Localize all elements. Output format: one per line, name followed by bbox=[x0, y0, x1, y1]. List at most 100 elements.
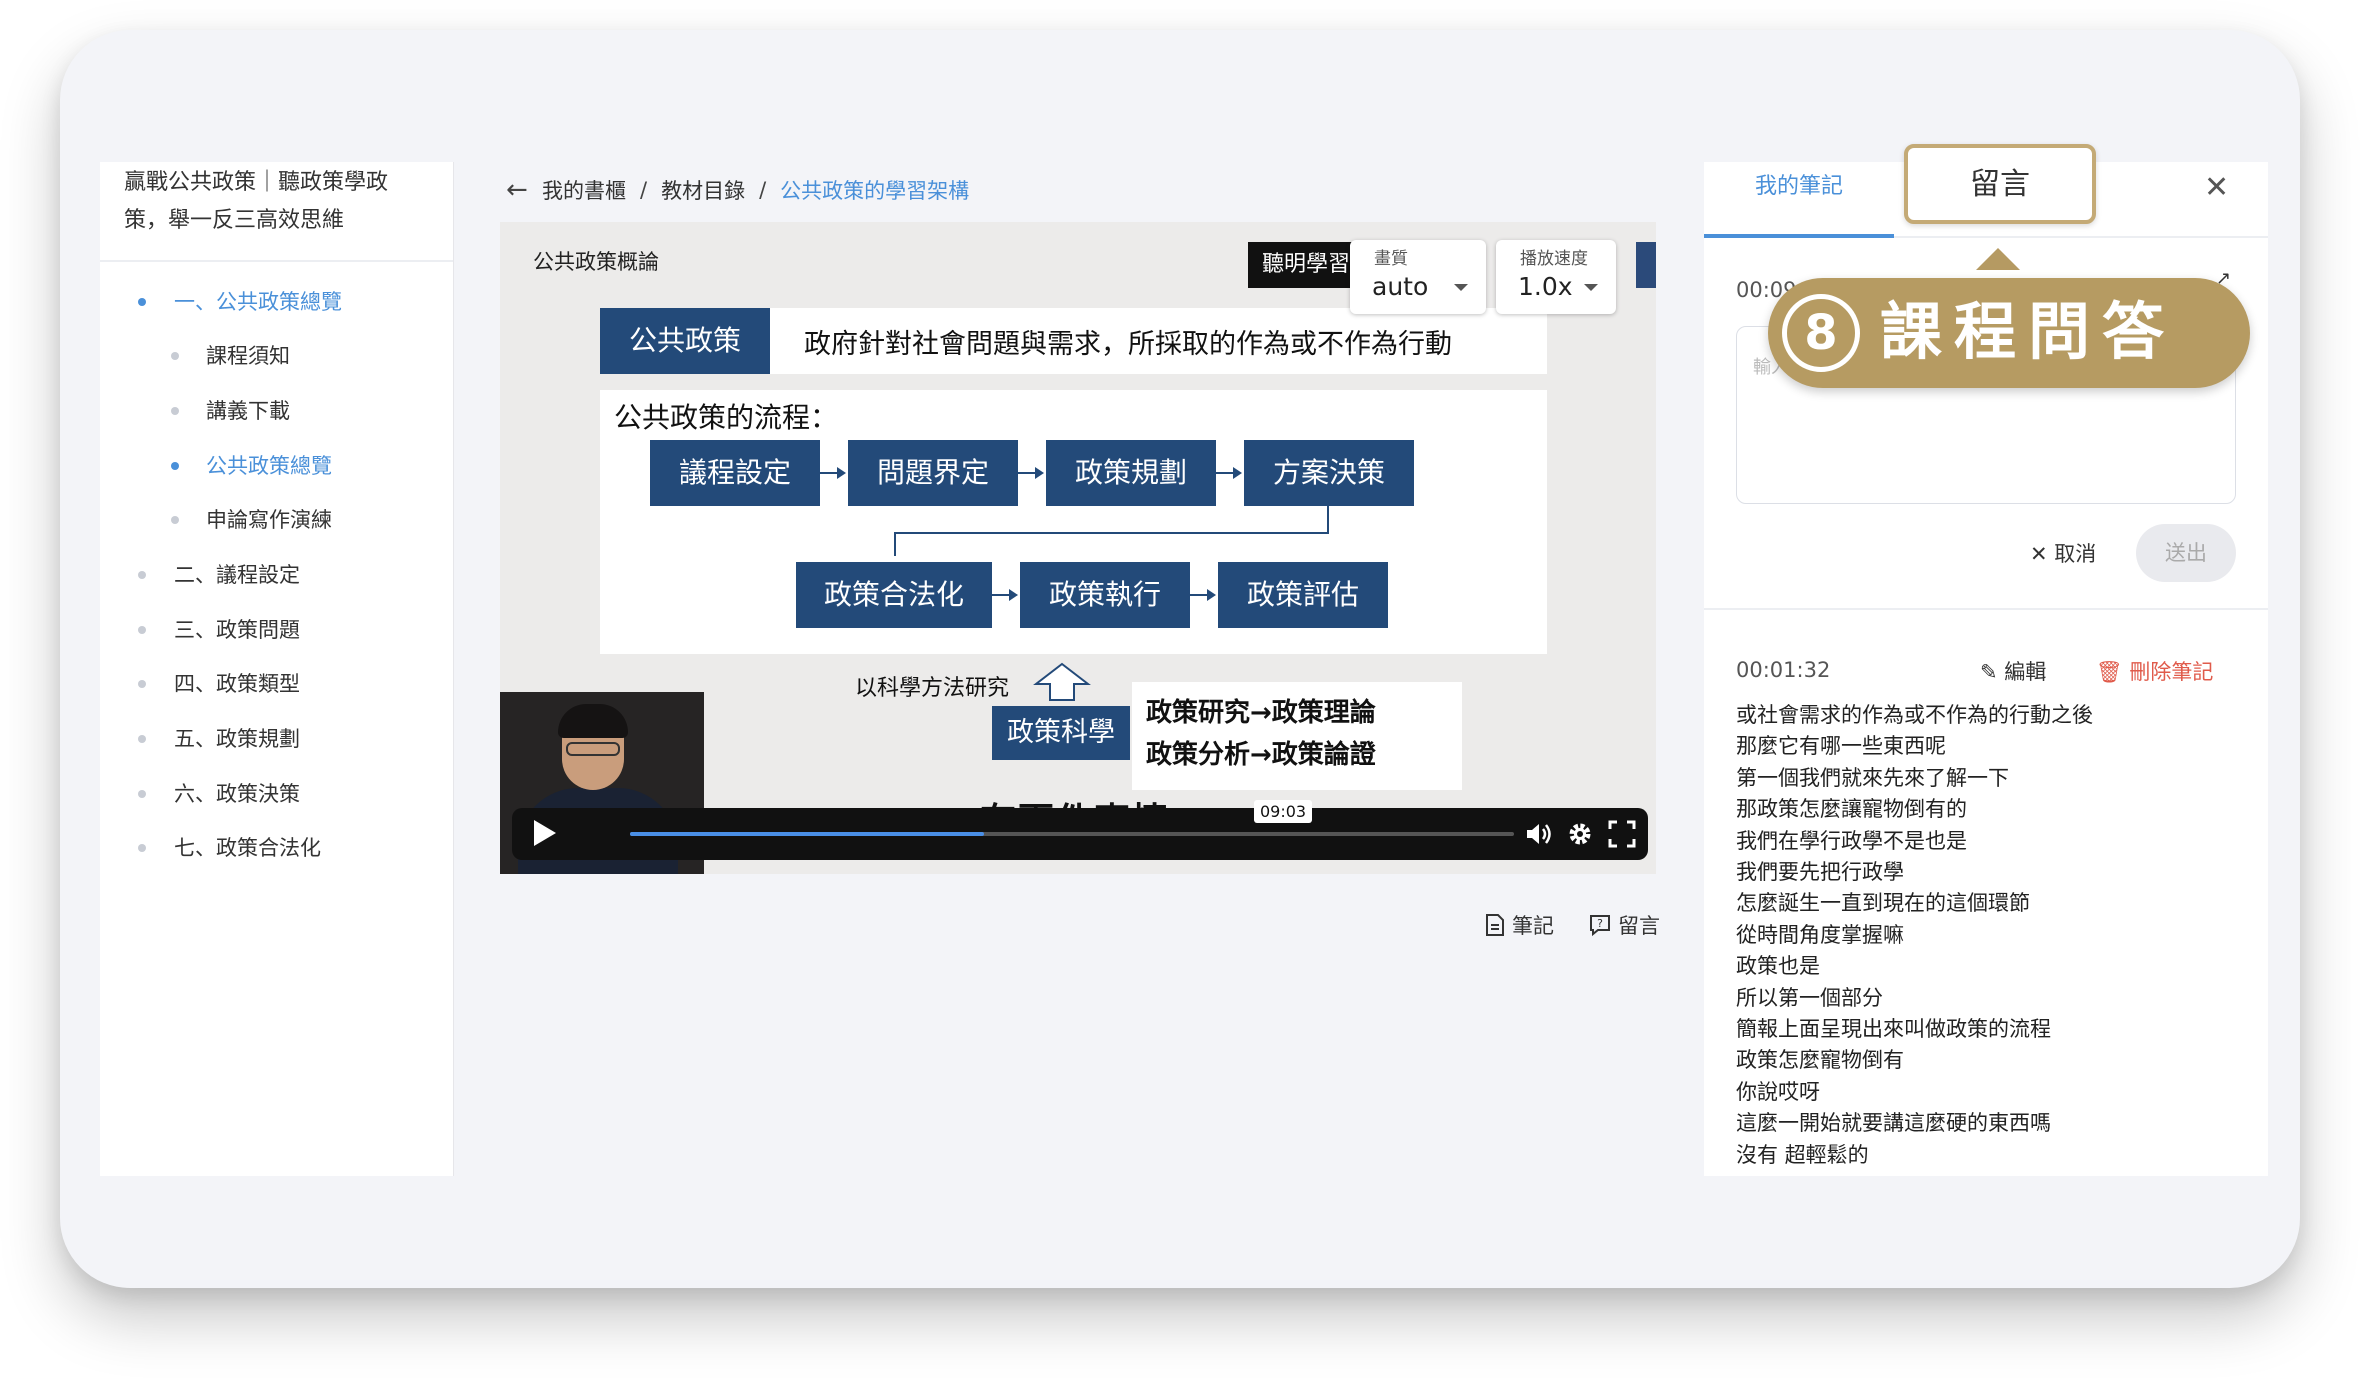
breadcrumb: ← 我的書櫃 / 教材目錄 / 公共政策的學習架構 bbox=[506, 170, 969, 210]
toc-item[interactable]: 講義下載 bbox=[100, 391, 454, 431]
toc-item-label: 一、公共政策總覽 bbox=[174, 290, 342, 314]
gear-icon[interactable] bbox=[1564, 818, 1596, 850]
toc-item[interactable]: 七、政策合法化 bbox=[100, 828, 454, 868]
transcript-line: 我們要先把行政學 bbox=[1736, 860, 1904, 885]
progress-fill bbox=[630, 832, 984, 836]
flow-step: 政策評估 bbox=[1218, 562, 1388, 628]
video-player[interactable]: 公共政策概論 聽明學習 公共政策 政府針對社會問題與需求，所採取的作為或不作為行… bbox=[500, 222, 1656, 874]
comment-icon: ? bbox=[1590, 915, 1610, 937]
tab-my-notes[interactable]: 我的筆記 bbox=[1704, 162, 1894, 238]
transcript-text: 或社會需求的作為或不作為的行動之後 那麼它有哪一些東西呢第一個我們就來先來了解一下… bbox=[1736, 700, 2236, 1176]
bullet-icon bbox=[138, 735, 146, 743]
toc-item-label: 課程須知 bbox=[206, 344, 290, 368]
presenter-hair bbox=[558, 704, 628, 738]
toc-item[interactable]: 公共政策總覽 bbox=[100, 446, 454, 486]
edit-button[interactable]: ✎ 編輯 bbox=[1980, 656, 2046, 686]
transcript-line: 沒有 超輕鬆的 bbox=[1736, 1142, 1869, 1167]
toc-item[interactable]: 四、政策類型 bbox=[100, 664, 454, 704]
flow-arrow bbox=[820, 467, 846, 479]
tab-comments[interactable]: 留言 bbox=[1904, 144, 2096, 224]
note-button[interactable]: 筆記 bbox=[1484, 910, 1554, 940]
panel-tabs: 我的筆記 留言 ✕ bbox=[1704, 144, 2268, 238]
svg-text:?: ? bbox=[1597, 917, 1603, 930]
slide-heading: 公共政策概論 bbox=[533, 250, 659, 274]
transcript-line: 從時間角度掌握嘛 bbox=[1736, 922, 1904, 947]
flow-box: 公共政策的流程： 議程設定 問題界定 政策規劃 方案決策 政策合法化 政策執行 … bbox=[600, 390, 1547, 654]
toc-item-label: 五、政策規劃 bbox=[174, 727, 300, 751]
toc-item-label: 三、政策問題 bbox=[174, 618, 300, 642]
note-button-label: 筆記 bbox=[1512, 914, 1554, 938]
toc-item-label: 七、政策合法化 bbox=[174, 836, 321, 860]
quality-select[interactable]: 畫質 auto bbox=[1350, 240, 1486, 314]
bullet-icon bbox=[171, 462, 179, 470]
arrow-left-icon[interactable]: ← bbox=[506, 175, 542, 205]
toc-item[interactable]: 課程須知 bbox=[100, 336, 454, 376]
transcript-line: 第一個我們就來先來了解一下 bbox=[1736, 765, 2009, 790]
flow-step: 政策規劃 bbox=[1046, 440, 1216, 506]
toc-item-label: 申論寫作演練 bbox=[206, 508, 332, 532]
flow-step: 方案決策 bbox=[1244, 440, 1414, 506]
flow-arrow bbox=[1018, 467, 1044, 479]
bullet-icon bbox=[171, 352, 179, 360]
speed-select[interactable]: 播放速度 1.0x bbox=[1496, 240, 1616, 314]
quality-value: auto bbox=[1372, 272, 1429, 301]
bullet-icon bbox=[138, 298, 146, 306]
speed-label: 播放速度 bbox=[1516, 244, 1592, 269]
close-icon[interactable]: ✕ bbox=[2204, 170, 2229, 205]
flow-step: 政策合法化 bbox=[796, 562, 992, 628]
toc-item[interactable]: 一、公共政策總覽 bbox=[100, 282, 454, 322]
definition-text: 政府針對社會問題與需求，所採取的作為或不作為行動 bbox=[804, 329, 1452, 360]
progress-bar[interactable]: 09:03 bbox=[630, 800, 1514, 836]
comment-button[interactable]: ? 留言 bbox=[1588, 910, 1660, 940]
close-icon: ✕ bbox=[2030, 542, 2055, 566]
breadcrumb-current: 公共政策的學習架構 bbox=[780, 179, 970, 203]
cancel-label: 取消 bbox=[2054, 542, 2097, 566]
toc-item-label: 四、政策類型 bbox=[174, 672, 300, 696]
transcript-line: 我們在學行政學不是也是 bbox=[1736, 828, 1967, 853]
flow-step: 問題界定 bbox=[848, 440, 1018, 506]
transcript-line: 簡報上面呈現出來叫做政策的流程 bbox=[1736, 1017, 2051, 1042]
flow-connector bbox=[1327, 506, 1329, 534]
bullet-icon bbox=[138, 680, 146, 688]
transcript-line: 或社會需求的作為或不作為的行動之後 bbox=[1736, 703, 2093, 727]
toc-item-label: 六、政策決策 bbox=[174, 782, 300, 806]
bullet-icon bbox=[138, 790, 146, 798]
transcript-line: 政策怎麼寵物倒有 bbox=[1736, 1048, 1904, 1073]
volume-icon[interactable] bbox=[1522, 818, 1554, 850]
toc-item[interactable]: 三、政策問題 bbox=[100, 610, 454, 650]
toc-item-label: 二、議程設定 bbox=[174, 563, 300, 587]
breadcrumb-separator: / bbox=[759, 178, 767, 202]
document-icon bbox=[1486, 914, 1504, 936]
delete-note-button[interactable]: 🗑 刪除筆記 bbox=[2096, 656, 2213, 686]
pencil-icon: ✎ bbox=[1980, 660, 2005, 684]
bullet-icon bbox=[138, 571, 146, 579]
breadcrumb-link[interactable]: 教材目錄 bbox=[661, 175, 745, 205]
toc-item[interactable]: 申論寫作演練 bbox=[100, 500, 454, 540]
caret-down-icon bbox=[1454, 284, 1468, 291]
transcript-line: 那麼它有哪一些東西呢 bbox=[1736, 734, 1946, 759]
callout-pointer bbox=[1976, 248, 2020, 270]
flow-step: 政策執行 bbox=[1020, 562, 1190, 628]
delete-label: 刪除筆記 bbox=[2129, 660, 2214, 684]
play-icon[interactable] bbox=[534, 820, 556, 846]
bullet-icon bbox=[138, 626, 146, 634]
saved-note-timestamp: 00:01:32 bbox=[1736, 658, 1831, 682]
flow-title: 公共政策的流程： bbox=[614, 401, 839, 434]
breadcrumb-separator: / bbox=[640, 178, 648, 202]
trash-icon: 🗑 bbox=[2096, 660, 2130, 684]
research-box: 政策研究→政策理論 政策分析→政策論證 bbox=[1132, 682, 1462, 790]
toc-item-label: 公共政策總覽 bbox=[206, 454, 332, 478]
fullscreen-icon[interactable] bbox=[1606, 818, 1638, 850]
toc-item[interactable]: 二、議程設定 bbox=[100, 555, 454, 595]
main-content: ← 我的書櫃 / 教材目錄 / 公共政策的學習架構 公共政策概論 聽明學習 公共… bbox=[500, 162, 1660, 1176]
breadcrumb-link[interactable]: 我的書櫃 bbox=[542, 175, 626, 205]
toc-item[interactable]: 六、政策決策 bbox=[100, 774, 454, 814]
bullet-icon bbox=[171, 516, 179, 524]
course-title: 贏戰公共政策｜聽政策學政策，舉一反三高效思維 bbox=[100, 162, 453, 262]
transcript-line: 這麼一開始就要講這麼硬的東西嗎 bbox=[1736, 1111, 2051, 1136]
send-button[interactable]: 送出 bbox=[2136, 524, 2236, 582]
cancel-button[interactable]: ✕ 取消 bbox=[2030, 538, 2096, 568]
course-sidebar: 贏戰公共政策｜聽政策學政策，舉一反三高效思維 一、公共政策總覽 課程須知 講義下… bbox=[100, 162, 454, 1176]
toc-item[interactable]: 五、政策規劃 bbox=[100, 719, 454, 759]
transcript-line: 怎麼誕生一直到現在的這個環節 bbox=[1736, 891, 2030, 916]
